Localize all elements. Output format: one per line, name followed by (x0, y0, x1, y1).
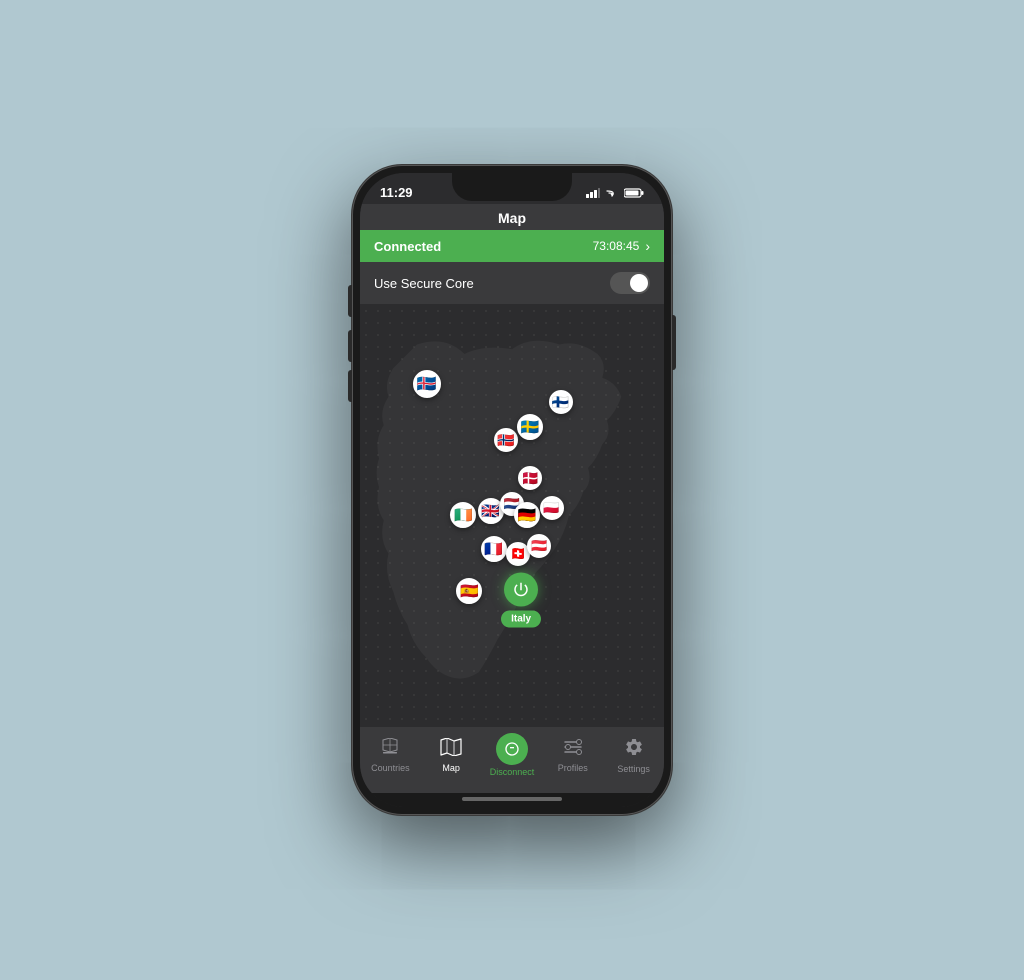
profiles-icon (563, 738, 583, 761)
tab-map[interactable]: Map (426, 738, 476, 773)
profiles-label: Profiles (558, 763, 588, 773)
pin-spain[interactable]: 🇪🇸 (456, 578, 482, 604)
connected-timer: 73:08:45 (593, 239, 640, 253)
home-indicator (360, 793, 664, 807)
connected-status: Connected (374, 239, 441, 254)
secure-core-label: Use Secure Core (374, 276, 474, 291)
battery-icon (624, 188, 644, 198)
secure-core-toggle[interactable] (610, 272, 650, 294)
home-bar (462, 797, 562, 801)
countries-label: Countries (371, 763, 410, 773)
disconnect-circle (496, 733, 528, 765)
phone-screen: 11:29 (360, 173, 664, 807)
flag-spain: 🇪🇸 (456, 578, 482, 604)
flag-ireland: 🇮🇪 (450, 502, 476, 528)
tab-settings[interactable]: Settings (609, 737, 659, 774)
settings-label: Settings (617, 764, 650, 774)
pin-ireland[interactable]: 🇮🇪 (450, 502, 476, 528)
italy-label: Italy (501, 610, 541, 627)
tab-countries[interactable]: Countries (365, 738, 415, 773)
power-button[interactable] (504, 572, 538, 606)
pin-iceland[interactable]: 🇮🇸 (413, 370, 441, 398)
map-icon (440, 738, 462, 761)
map-area: 🇮🇸 🇳🇴 🇸🇪 🇫🇮 🇩🇰 🇮🇪 (360, 305, 664, 726)
flag-norway: 🇳🇴 (494, 428, 518, 452)
pin-denmark[interactable]: 🇩🇰 (518, 466, 542, 490)
map-label: Map (442, 763, 460, 773)
disconnect-label: Disconnect (490, 767, 535, 777)
flag-poland: 🇵🇱 (540, 496, 564, 520)
flag-sweden: 🇸🇪 (517, 414, 543, 440)
tab-profiles[interactable]: Profiles (548, 738, 598, 773)
phone-device: 11:29 (352, 165, 672, 815)
flag-finland: 🇫🇮 (549, 390, 573, 414)
connected-timer-row: 73:08:45 › (593, 238, 650, 254)
flag-denmark: 🇩🇰 (518, 466, 542, 490)
chevron-right-icon: › (645, 238, 650, 254)
pin-france[interactable]: 🇫🇷 (481, 536, 507, 562)
pin-finland[interactable]: 🇫🇮 (549, 390, 573, 414)
tab-disconnect[interactable]: Disconnect (487, 733, 537, 777)
connected-banner[interactable]: Connected 73:08:45 › (360, 230, 664, 262)
tab-bar: Countries Map (360, 726, 664, 793)
nav-bar: Map (360, 204, 664, 230)
settings-icon (624, 737, 644, 762)
pin-poland[interactable]: 🇵🇱 (540, 496, 564, 520)
italy-power-pin[interactable]: Italy (501, 572, 541, 627)
flag-austria: 🇦🇹 (527, 534, 551, 558)
nav-title: Map (390, 210, 634, 226)
power-icon (512, 580, 530, 598)
wifi-icon (605, 188, 619, 198)
pin-germany[interactable]: 🇩🇪 (514, 502, 540, 528)
countries-icon (380, 738, 400, 761)
disconnect-icon (504, 741, 520, 757)
flag-germany: 🇩🇪 (514, 502, 540, 528)
pin-sweden[interactable]: 🇸🇪 (517, 414, 543, 440)
signal-icon (586, 188, 600, 198)
notch (452, 173, 572, 201)
status-icons (586, 188, 644, 198)
status-time: 11:29 (380, 185, 413, 200)
secure-core-row: Use Secure Core (360, 262, 664, 305)
flag-iceland: 🇮🇸 (413, 370, 441, 398)
pin-norway[interactable]: 🇳🇴 (494, 428, 518, 452)
continent-svg (360, 305, 664, 726)
flag-france: 🇫🇷 (481, 536, 507, 562)
pin-austria[interactable]: 🇦🇹 (527, 534, 551, 558)
